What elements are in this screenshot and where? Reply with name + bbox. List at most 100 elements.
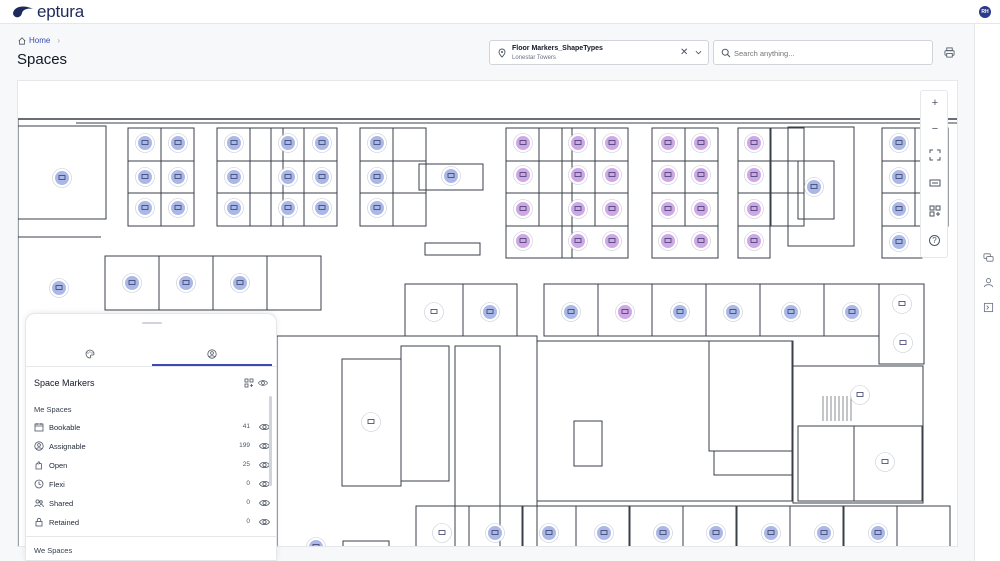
- desk-marker[interactable]: [568, 231, 588, 251]
- marker-row-flexi[interactable]: Flexi 0: [34, 477, 270, 491]
- office-marker[interactable]: [653, 523, 673, 543]
- office-marker[interactable]: [539, 523, 559, 543]
- desk-marker[interactable]: [224, 167, 244, 187]
- user-avatar[interactable]: RH: [979, 6, 991, 18]
- desk-marker[interactable]: [513, 133, 533, 153]
- desk-marker[interactable]: [513, 165, 533, 185]
- desk-marker[interactable]: [312, 198, 332, 218]
- location-selector[interactable]: Floor Markers_ShapeTypes Lonestar Towers…: [489, 40, 709, 65]
- desk-marker[interactable]: [513, 199, 533, 219]
- office-marker[interactable]: [781, 302, 801, 322]
- desk-marker[interactable]: [691, 165, 711, 185]
- office-marker[interactable]: [561, 302, 581, 322]
- desk-marker[interactable]: [278, 133, 298, 153]
- office-marker[interactable]: [670, 302, 690, 322]
- office-marker[interactable]: [723, 302, 743, 322]
- meeting-room-marker[interactable]: [49, 278, 69, 298]
- marker-row-bookable[interactable]: Bookable 41: [34, 420, 270, 434]
- desk-marker[interactable]: [602, 133, 622, 153]
- office-marker[interactable]: [706, 523, 726, 543]
- desk-marker[interactable]: [278, 167, 298, 187]
- office-marker[interactable]: [176, 273, 196, 293]
- marker-row-open[interactable]: Open 25: [34, 458, 270, 472]
- desk-marker[interactable]: [889, 232, 909, 252]
- desk-marker[interactable]: [135, 167, 155, 187]
- tab-palette[interactable]: [30, 342, 150, 366]
- office-marker[interactable]: [594, 523, 614, 543]
- meeting-room-marker[interactable]: [441, 166, 461, 186]
- desk-marker[interactable]: [168, 167, 188, 187]
- desk-marker[interactable]: [658, 231, 678, 251]
- collapse-panel-icon[interactable]: [983, 302, 994, 313]
- open-space-marker[interactable]: [432, 523, 452, 543]
- office-marker[interactable]: [306, 537, 326, 548]
- panel-drag-handle[interactable]: [142, 322, 162, 324]
- chat-bubbles-icon[interactable]: [983, 252, 994, 263]
- desk-marker[interactable]: [744, 199, 764, 219]
- desk-marker[interactable]: [135, 133, 155, 153]
- office-marker[interactable]: [868, 523, 888, 543]
- eye-icon[interactable]: [259, 517, 270, 527]
- desk-marker[interactable]: [224, 198, 244, 218]
- open-space-marker[interactable]: [875, 452, 895, 472]
- desk-marker[interactable]: [168, 198, 188, 218]
- open-space-marker[interactable]: [850, 385, 870, 405]
- desk-marker[interactable]: [658, 199, 678, 219]
- open-space-marker[interactable]: [424, 302, 444, 322]
- open-space-marker[interactable]: [892, 294, 912, 314]
- desk-marker[interactable]: [889, 133, 909, 153]
- desk-marker[interactable]: [224, 133, 244, 153]
- desk-marker[interactable]: [889, 199, 909, 219]
- eptura-logo[interactable]: eptura: [12, 3, 84, 21]
- panel-scrollbar[interactable]: [269, 396, 272, 486]
- search-input[interactable]: [734, 46, 924, 60]
- desk-marker[interactable]: [889, 167, 909, 187]
- eye-icon[interactable]: [259, 498, 270, 508]
- desk-marker[interactable]: [658, 165, 678, 185]
- desk-marker[interactable]: [691, 133, 711, 153]
- desk-marker[interactable]: [744, 231, 764, 251]
- desk-marker[interactable]: [691, 231, 711, 251]
- meeting-room-marker[interactable]: [804, 177, 824, 197]
- desk-marker[interactable]: [312, 167, 332, 187]
- marker-row-retained[interactable]: Retained 0: [34, 515, 270, 529]
- fit-to-screen-icon[interactable]: [929, 149, 941, 161]
- desk-marker[interactable]: [568, 165, 588, 185]
- desk-marker[interactable]: [367, 167, 387, 187]
- desk-marker[interactable]: [367, 198, 387, 218]
- meeting-room-marker[interactable]: [52, 168, 72, 188]
- search-box[interactable]: [713, 40, 933, 65]
- office-marker[interactable]: [122, 273, 142, 293]
- desk-marker[interactable]: [691, 199, 711, 219]
- map-label-toggle-icon[interactable]: [929, 177, 941, 189]
- tab-space-markers[interactable]: [152, 342, 272, 366]
- office-marker[interactable]: [485, 523, 505, 543]
- desk-marker[interactable]: [602, 231, 622, 251]
- desk-marker[interactable]: [744, 165, 764, 185]
- person-icon[interactable]: [983, 277, 994, 288]
- marker-grid-icon[interactable]: [244, 378, 254, 388]
- desk-marker[interactable]: [135, 198, 155, 218]
- eye-icon[interactable]: [258, 378, 268, 388]
- office-marker[interactable]: [480, 302, 500, 322]
- office-marker[interactable]: [814, 523, 834, 543]
- desk-marker[interactable]: [513, 231, 533, 251]
- office-marker[interactable]: [761, 523, 781, 543]
- breadcrumb-home-link[interactable]: Home: [29, 36, 50, 45]
- desk-marker[interactable]: [568, 133, 588, 153]
- desk-marker[interactable]: [168, 133, 188, 153]
- zoom-in-button[interactable]: +: [929, 97, 941, 109]
- desk-marker[interactable]: [744, 133, 764, 153]
- desk-marker[interactable]: [367, 133, 387, 153]
- office-marker[interactable]: [842, 302, 862, 322]
- open-space-marker[interactable]: [893, 333, 913, 353]
- office-marker[interactable]: [230, 273, 250, 293]
- office-marker[interactable]: [615, 302, 635, 322]
- marker-row-assignable[interactable]: Assignable 199: [34, 439, 270, 453]
- layers-grid-icon[interactable]: [929, 205, 941, 217]
- chevron-down-icon[interactable]: [695, 49, 702, 56]
- desk-marker[interactable]: [568, 199, 588, 219]
- desk-marker[interactable]: [658, 133, 678, 153]
- open-space-marker[interactable]: [361, 412, 381, 432]
- marker-row-shared[interactable]: Shared 0: [34, 496, 270, 510]
